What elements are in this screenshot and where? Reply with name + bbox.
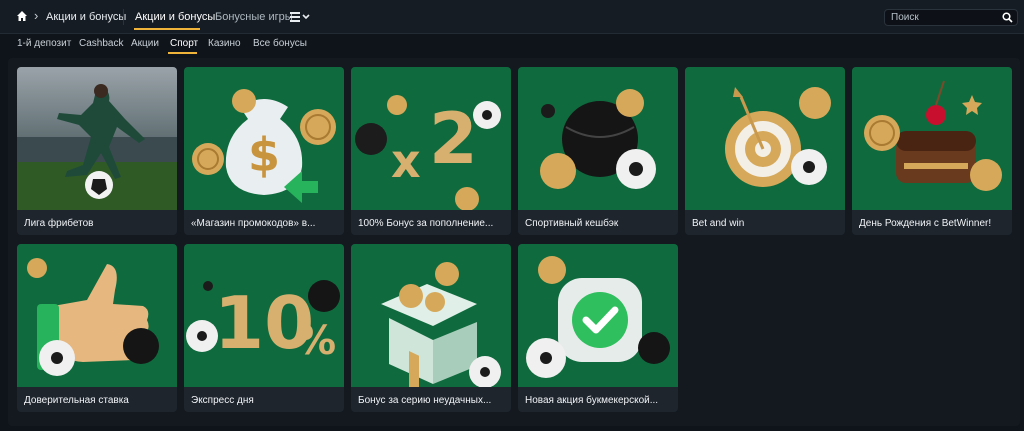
subtab-sport[interactable]: Спорт: [170, 38, 198, 49]
subtab-all-bonuses[interactable]: Все бонусы: [253, 38, 307, 49]
chevron-right-icon: ›: [34, 8, 39, 23]
search-icon[interactable]: [1002, 12, 1013, 23]
promo-card[interactable]: $ «Магазин промокодов» в...: [184, 67, 344, 235]
promo-card[interactable]: Лига фрибетов: [17, 67, 177, 235]
promo-title: Доверительная ставка: [24, 395, 129, 406]
promo-card[interactable]: Bet and win: [685, 67, 845, 235]
promo-image: [685, 67, 845, 210]
promo-card[interactable]: Спортивный кешбэк: [518, 67, 678, 235]
promo-card[interactable]: 10 % Экспресс дня: [184, 244, 344, 412]
promo-image: [852, 67, 1012, 210]
subtab-casino[interactable]: Казино: [208, 38, 241, 49]
promo-image: [518, 244, 678, 387]
menu-icon: [290, 12, 310, 22]
svg-text:$: $: [248, 128, 280, 182]
tab-bonus-games[interactable]: Бонусные игры: [215, 11, 293, 23]
promo-image: [518, 67, 678, 210]
promo-image: [17, 244, 177, 387]
promo-card[interactable]: Доверительная ставка: [17, 244, 177, 412]
search-box[interactable]: [884, 9, 1018, 26]
active-subtab-underline: [168, 52, 197, 54]
subtab-cashback[interactable]: Cashback: [79, 38, 123, 49]
search-input[interactable]: [891, 11, 1001, 24]
promo-title: Экспресс дня: [191, 395, 254, 406]
promo-card[interactable]: Бонус за серию неудачных...: [351, 244, 511, 412]
tab-promotions[interactable]: Акции и бонусы: [135, 11, 215, 23]
promo-title: Бонус за серию неудачных...: [358, 395, 492, 406]
promotions-panel: Лига фрибетов $ «Магазин промокодов» в..…: [8, 58, 1020, 426]
subtab-first-deposit[interactable]: 1-й депозит: [17, 38, 71, 49]
promo-title: 100% Бонус за пополнение...: [358, 218, 494, 229]
top-bar: › Акции и бонусы Акции и бонусы Бонусные…: [0, 0, 1024, 34]
home-icon[interactable]: [16, 10, 28, 22]
promo-title: Спортивный кешбэк: [525, 218, 619, 229]
promo-title: Новая акция букмекерской...: [525, 395, 659, 406]
promo-image: [351, 244, 511, 387]
svg-text:2: 2: [429, 98, 478, 180]
promo-card[interactable]: Новая акция букмекерской...: [518, 244, 678, 412]
promo-image: 10 %: [184, 244, 344, 387]
active-tab-underline: [134, 28, 200, 30]
promo-image: x 2: [351, 67, 511, 210]
subtab-promotions[interactable]: Акции: [131, 38, 159, 49]
promo-image: [17, 67, 177, 210]
promo-image: $: [184, 67, 344, 210]
promo-card[interactable]: День Рождения с BetWinner!: [852, 67, 1012, 235]
more-menu-button[interactable]: [290, 11, 312, 23]
promo-title: Bet and win: [692, 218, 745, 229]
promo-card[interactable]: x 2 100% Бонус за пополнение...: [351, 67, 511, 235]
promo-title: Лига фрибетов: [24, 218, 94, 229]
promo-title: «Магазин промокодов» в...: [191, 218, 316, 229]
svg-text:x: x: [391, 134, 421, 188]
subcategory-bar: 1-й депозит Cashback Акции Спорт Казино …: [0, 34, 1024, 58]
svg-text:%: %: [296, 318, 336, 364]
breadcrumb-current[interactable]: Акции и бонусы: [46, 11, 126, 23]
divider: [123, 9, 124, 25]
promo-title: День Рождения с BetWinner!: [859, 218, 992, 229]
